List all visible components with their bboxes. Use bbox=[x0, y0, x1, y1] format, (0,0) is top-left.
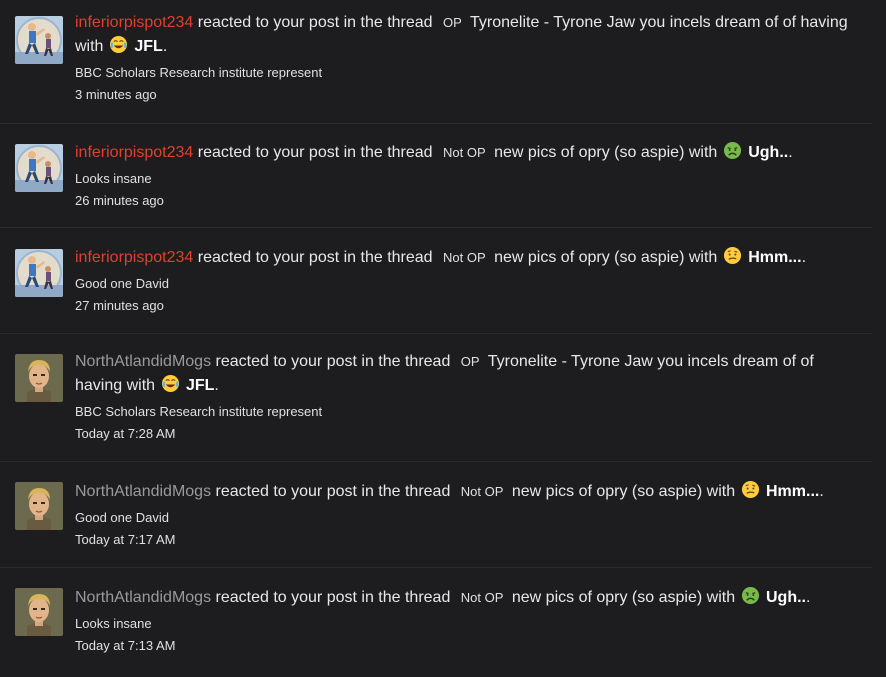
reaction-name: JFL bbox=[134, 38, 163, 55]
post-snippet: Good one David bbox=[75, 276, 169, 291]
alert-text: inferiorpispot234 reacted to your post i… bbox=[75, 246, 862, 270]
alert-text: NorthAtlandidMogs reacted to your post i… bbox=[75, 586, 862, 610]
thread-title-link[interactable]: Tyronelite - Tyrone Jaw you incels dream… bbox=[470, 14, 848, 31]
avatar[interactable] bbox=[15, 144, 63, 192]
trailing-punctuation: . bbox=[162, 38, 168, 55]
reaction-name: Ugh.. bbox=[748, 144, 789, 161]
trailing-punctuation: . bbox=[214, 377, 219, 394]
with-text: with bbox=[706, 589, 736, 606]
alert-time: Today at 7:28 AM bbox=[75, 426, 176, 441]
post-snippet: Looks insane bbox=[75, 616, 152, 631]
alert-action: reacted to your post in the thread bbox=[215, 589, 451, 606]
alert-time: 26 minutes ago bbox=[75, 193, 164, 208]
username-link[interactable]: NorthAtlandidMogs bbox=[75, 353, 211, 370]
alert-time: Today at 7:17 AM bbox=[75, 532, 176, 547]
with-text: with bbox=[706, 483, 736, 500]
thread-prefix: Not OP bbox=[460, 484, 504, 499]
alert-item[interactable]: inferiorpispot234 reacted to your post i… bbox=[0, 0, 872, 124]
avatar[interactable] bbox=[15, 482, 63, 530]
thread-title-link[interactable]: new pics of opry (so aspie) bbox=[494, 249, 684, 266]
post-snippet: BBC Scholars Research institute represen… bbox=[75, 65, 323, 80]
trailing-punctuation: . bbox=[806, 589, 811, 606]
alert-action: reacted to your post in the thread bbox=[197, 249, 433, 266]
post-snippet: BBC Scholars Research institute represen… bbox=[75, 404, 323, 419]
with-text: with bbox=[688, 249, 718, 266]
confused-face-emoji-icon bbox=[723, 246, 742, 265]
alert-item[interactable]: NorthAtlandidMogs reacted to your post i… bbox=[0, 334, 872, 462]
trailing-punctuation: . bbox=[819, 483, 824, 500]
thread-prefix: OP bbox=[443, 15, 462, 30]
alert-text: NorthAtlandidMogs reacted to your post i… bbox=[75, 350, 862, 398]
alert-action: reacted to your post in the thread bbox=[215, 353, 451, 370]
thread-prefix: OP bbox=[460, 354, 480, 369]
alert-time: 27 minutes ago bbox=[75, 298, 164, 313]
alert-item[interactable]: NorthAtlandidMogs reacted to your post i… bbox=[0, 462, 872, 568]
post-snippet: Looks insane bbox=[75, 171, 152, 186]
trailing-punctuation: . bbox=[801, 249, 807, 266]
avatar[interactable] bbox=[15, 354, 63, 402]
nauseated-face-emoji-icon bbox=[741, 586, 760, 605]
alert-item[interactable]: inferiorpispot234 reacted to your post i… bbox=[0, 228, 872, 334]
thread-title-link[interactable]: new pics of opry (so aspie) bbox=[512, 483, 702, 500]
reaction-name: Hmm... bbox=[748, 249, 802, 266]
reaction-name: Hmm... bbox=[766, 483, 820, 500]
trailing-punctuation: . bbox=[788, 144, 793, 161]
with-text: with bbox=[126, 377, 156, 394]
reaction-name: JFL bbox=[185, 377, 215, 394]
alert-action: reacted to your post in the thread bbox=[197, 14, 433, 31]
username-link[interactable]: inferiorpispot234 bbox=[75, 249, 193, 266]
thread-prefix: Not OP bbox=[443, 250, 486, 265]
confused-face-emoji-icon bbox=[741, 480, 760, 499]
thread-prefix: Not OP bbox=[443, 145, 486, 160]
reaction-name: Ugh.. bbox=[766, 589, 806, 606]
username-link[interactable]: NorthAtlandidMogs bbox=[75, 589, 211, 606]
thread-title-link[interactable]: new pics of opry (so aspie) bbox=[512, 589, 702, 606]
alert-text: NorthAtlandidMogs reacted to your post i… bbox=[75, 480, 862, 504]
tears-of-joy-emoji-icon bbox=[109, 35, 128, 54]
alert-text: inferiorpispot234 reacted to your post i… bbox=[75, 141, 862, 165]
alert-time: 3 minutes ago bbox=[75, 87, 157, 102]
username-link[interactable]: inferiorpispot234 bbox=[75, 14, 193, 31]
avatar[interactable] bbox=[15, 588, 63, 636]
alert-item[interactable]: inferiorpispot234 reacted to your post i… bbox=[0, 124, 872, 228]
alert-time: Today at 7:13 AM bbox=[75, 638, 176, 653]
alerts-list: inferiorpispot234 reacted to your post i… bbox=[0, 0, 886, 677]
alert-text: inferiorpispot234 reacted to your post i… bbox=[75, 11, 862, 59]
tears-of-joy-emoji-icon bbox=[161, 374, 180, 393]
avatar[interactable] bbox=[15, 16, 63, 64]
alert-item[interactable]: NorthAtlandidMogs reacted to your post i… bbox=[0, 568, 872, 676]
with-text: with bbox=[688, 144, 718, 161]
alert-action: reacted to your post in the thread bbox=[215, 483, 451, 500]
nauseated-face-emoji-icon bbox=[723, 141, 742, 160]
thread-prefix: Not OP bbox=[460, 590, 504, 605]
thread-title-link[interactable]: new pics of opry (so aspie) bbox=[494, 144, 684, 161]
alert-action: reacted to your post in the thread bbox=[197, 144, 433, 161]
avatar[interactable] bbox=[15, 249, 63, 297]
post-snippet: Good one David bbox=[75, 510, 169, 525]
with-text: with bbox=[75, 38, 104, 55]
username-link[interactable]: NorthAtlandidMogs bbox=[75, 483, 211, 500]
username-link[interactable]: inferiorpispot234 bbox=[75, 144, 193, 161]
